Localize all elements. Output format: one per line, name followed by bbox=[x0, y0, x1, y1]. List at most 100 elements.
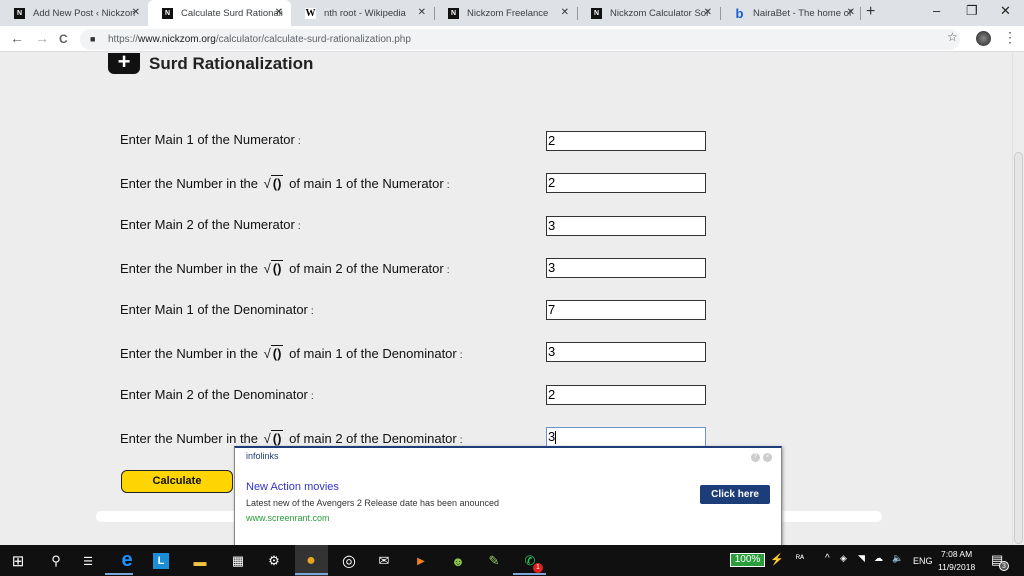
infolinks-ad-popup: infolinks ? × New Action movies Latest n… bbox=[234, 446, 782, 545]
network-adapter-icon[interactable]: ◈ bbox=[840, 553, 847, 564]
tab-title: Add New Post ‹ Nickzom bbox=[33, 7, 135, 19]
label-text: Enter the Number in the bbox=[120, 346, 259, 361]
label-text: of main 1 of the Denominator bbox=[289, 346, 457, 361]
reload-button[interactable]: C bbox=[59, 32, 68, 46]
bookmark-star-icon[interactable]: ☆ bbox=[947, 30, 958, 44]
main1-denominator-input[interactable]: 7 bbox=[546, 300, 706, 320]
ad-headline-link[interactable]: New Action movies bbox=[246, 481, 339, 493]
volume-icon[interactable]: 🔈 bbox=[892, 553, 903, 564]
profile-avatar[interactable] bbox=[976, 31, 991, 46]
text-cursor bbox=[555, 431, 557, 445]
search-icon[interactable]: ⚲ bbox=[48, 553, 64, 569]
mail-icon[interactable]: ✉ bbox=[376, 553, 392, 569]
screen: N Add New Post ‹ Nickzom ✕ N Calculate S… bbox=[0, 0, 1024, 576]
sqrt1-numerator-input[interactable]: 2 bbox=[546, 173, 706, 193]
address-bar[interactable]: ■ https://www.nickzom.org/calculator/cal… bbox=[80, 29, 960, 50]
people-icon[interactable]: ᴿᴬ bbox=[796, 553, 804, 563]
tab-nickzom-freelance[interactable]: N Nickzom Freelance ✕ bbox=[434, 0, 577, 26]
label-text: Enter the Number in the bbox=[120, 431, 259, 446]
tab-nairabet[interactable]: b NairaBet - The home of ✕ bbox=[720, 0, 863, 26]
scrollbar-thumb[interactable] bbox=[1014, 152, 1023, 544]
task-view-icon[interactable]: ☰ bbox=[80, 553, 96, 569]
file-explorer-icon[interactable]: ▬ bbox=[192, 553, 208, 569]
tab-title: nth root - Wikipedia bbox=[324, 7, 406, 19]
tab-strip: N Add New Post ‹ Nickzom ✕ N Calculate S… bbox=[0, 0, 1024, 26]
label-sqrt2-denominator: Enter the Number in the √() of main 2 of… bbox=[120, 430, 463, 446]
power-plug-icon: ⚡ bbox=[770, 554, 784, 566]
running-indicator bbox=[295, 573, 328, 575]
tab-title: Calculate Surd Rationali bbox=[181, 7, 283, 19]
label-sqrt1-numerator: Enter the Number in the √() of main 1 of… bbox=[120, 175, 450, 191]
nickzom-favicon-icon: N bbox=[591, 7, 602, 19]
close-tab-icon[interactable]: ✕ bbox=[847, 7, 855, 18]
calculator-icon[interactable]: ▦ bbox=[230, 553, 246, 569]
edge-icon[interactable]: e bbox=[119, 549, 135, 571]
media-player-icon[interactable]: ▶ bbox=[413, 553, 429, 569]
chrome-icon[interactable]: ● bbox=[303, 552, 319, 569]
close-tab-icon[interactable]: ✕ bbox=[132, 7, 140, 18]
ad-description: Latest new of the Avengers 2 Release dat… bbox=[246, 498, 500, 508]
tab-nickzom-calculator[interactable]: N Nickzom Calculator Sol ✕ bbox=[577, 0, 720, 26]
label-text: of main 1 of the Numerator bbox=[289, 176, 444, 191]
calculate-button[interactable]: Calculate bbox=[121, 470, 233, 493]
groove-music-icon[interactable]: ◎ bbox=[341, 553, 357, 570]
main1-numerator-input[interactable]: 2 bbox=[546, 131, 706, 151]
android-studio-icon[interactable]: ☻ bbox=[450, 553, 466, 569]
running-indicator bbox=[513, 573, 546, 575]
show-hidden-icons-chevron[interactable]: ^ bbox=[825, 553, 830, 564]
close-tab-icon[interactable]: ✕ bbox=[704, 7, 712, 18]
label-text: Enter Main 1 of the Numerator bbox=[120, 132, 295, 147]
square-root-icon: √() bbox=[263, 260, 284, 276]
whatsapp-badge: 1 bbox=[533, 563, 543, 573]
ad-url-link[interactable]: www.screenrant.com bbox=[246, 513, 330, 523]
battery-indicator[interactable]: 100% bbox=[730, 553, 765, 567]
colon: : bbox=[297, 221, 301, 232]
language-indicator[interactable]: ENG bbox=[913, 556, 933, 566]
wikipedia-favicon-icon: W bbox=[305, 7, 316, 19]
start-icon[interactable]: ⊞ bbox=[10, 553, 26, 570]
tab-calculate-surd[interactable]: N Calculate Surd Rationali ✕ bbox=[148, 0, 291, 26]
clock-time: 7:08 AM bbox=[941, 549, 973, 559]
ad-close-icon[interactable]: × bbox=[763, 453, 772, 462]
label-text: of main 2 of the Numerator bbox=[289, 261, 444, 276]
close-window-button[interactable]: ✕ bbox=[1000, 3, 1011, 19]
tab-wikipedia[interactable]: W nth root - Wikipedia ✕ bbox=[291, 0, 434, 26]
system-clock[interactable]: 7:08 AM 11/9/2018 bbox=[938, 548, 975, 574]
main2-numerator-input[interactable]: 3 bbox=[546, 216, 706, 236]
tab-add-new-post[interactable]: N Add New Post ‹ Nickzom ✕ bbox=[0, 0, 148, 26]
tab-title: NairaBet - The home of bbox=[753, 7, 852, 19]
forward-button[interactable]: → bbox=[35, 30, 49, 46]
sqrt-content: () bbox=[270, 345, 284, 361]
browser-toolbar: ← → C ■ https://www.nickzom.org/calculat… bbox=[0, 26, 1024, 52]
label-text: Enter the Number in the bbox=[120, 261, 259, 276]
sqrt2-numerator-input[interactable]: 3 bbox=[546, 258, 706, 278]
colon: : bbox=[459, 435, 463, 446]
close-tab-icon[interactable]: ✕ bbox=[418, 7, 426, 18]
ad-brand-logo: infolinks bbox=[246, 451, 279, 461]
onedrive-icon[interactable]: ☁ bbox=[874, 553, 883, 564]
browser-menu-icon[interactable]: ⋮ bbox=[1003, 29, 1017, 46]
sqrt2-denominator-input[interactable]: 3 bbox=[546, 427, 706, 447]
colon: : bbox=[459, 350, 463, 361]
notification-count-badge: 3 bbox=[999, 561, 1009, 571]
wifi-icon[interactable]: ◥ bbox=[858, 553, 865, 564]
sqrt-sign: √ bbox=[263, 431, 271, 446]
page-title: Surd Rationalization bbox=[149, 54, 314, 73]
new-tab-button[interactable]: + bbox=[866, 3, 875, 21]
close-tab-icon[interactable]: ✕ bbox=[561, 7, 569, 18]
colon: : bbox=[446, 180, 450, 191]
ad-help-icon[interactable]: ? bbox=[751, 453, 760, 462]
minimize-button[interactable]: – bbox=[933, 3, 940, 18]
back-button[interactable]: ← bbox=[10, 30, 24, 46]
notepad-icon[interactable]: ✎ bbox=[486, 553, 502, 569]
sqrt-content: () bbox=[270, 430, 284, 446]
sqrt-sign: √ bbox=[263, 346, 271, 361]
lens-app-icon[interactable]: L bbox=[153, 553, 169, 569]
close-tab-icon[interactable]: ✕ bbox=[275, 7, 283, 18]
sqrt1-denominator-input[interactable]: 3 bbox=[546, 342, 706, 362]
main2-denominator-input[interactable]: 2 bbox=[546, 385, 706, 405]
restore-button[interactable]: ❐ bbox=[966, 3, 978, 19]
sqrt-sign: √ bbox=[263, 261, 271, 276]
settings-gear-icon[interactable]: ⚙ bbox=[266, 553, 282, 569]
ad-click-here-button[interactable]: Click here bbox=[700, 485, 770, 504]
